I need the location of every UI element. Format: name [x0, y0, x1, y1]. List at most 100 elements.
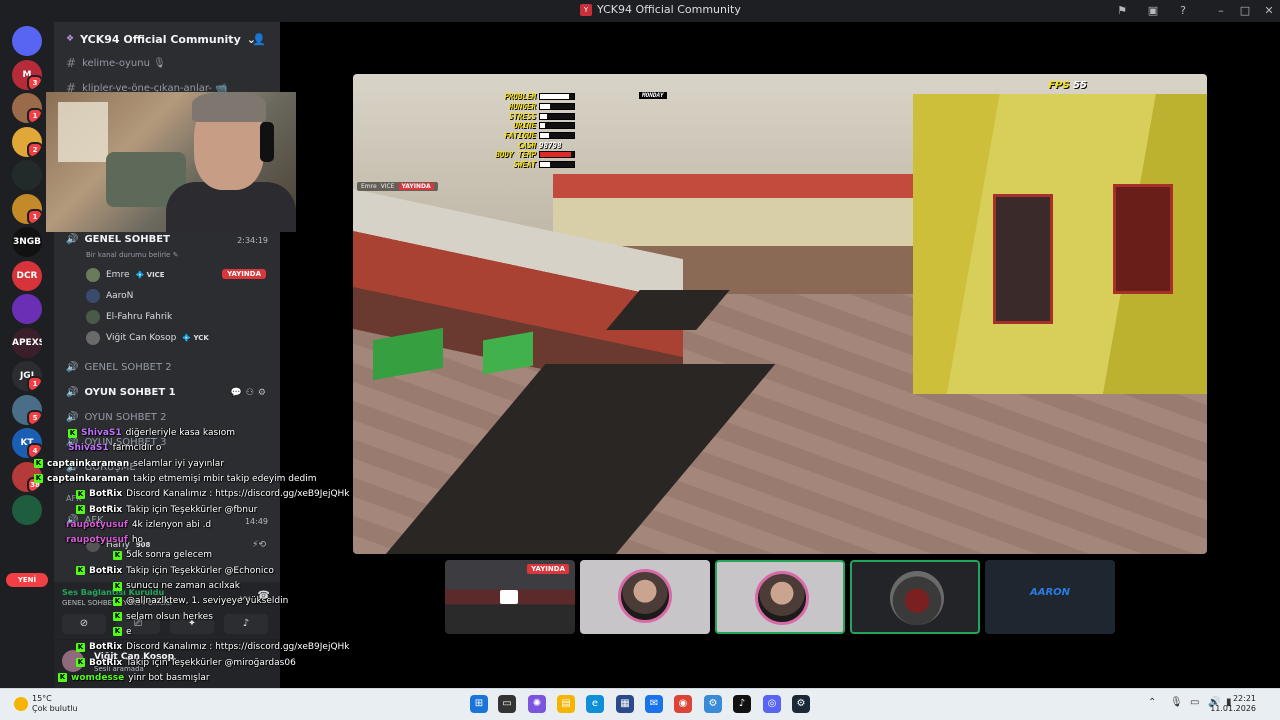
stream-thumb-aaron[interactable] [580, 560, 710, 634]
weather-widget[interactable]: 15°C Çok bulutlu [14, 694, 78, 714]
clock[interactable]: 22:21 11.01.2026 [1210, 694, 1256, 714]
server-icon[interactable] [12, 294, 42, 324]
server-header[interactable]: ❖ YCK94 Official Community ⌄ 👤 [66, 30, 272, 48]
server-icon[interactable] [12, 26, 42, 56]
speaker-icon: 🔊 [66, 234, 79, 245]
weather-icon [14, 697, 28, 711]
hud-bar [539, 103, 575, 111]
taskbar: 15°C Çok bulutlu ⊞ ▭ ✺ ▤ e ▦ ✉ ◉ ⚙ ♪ ◎ ⚙… [0, 688, 1280, 720]
invite-icon[interactable]: ⚇ [246, 388, 254, 398]
avatar [86, 310, 100, 324]
stream-thumb-aaron-logo[interactable]: AARON [985, 560, 1115, 634]
hud-stat: BODY TEMP [453, 150, 575, 160]
screen-icon[interactable]: ▣ [1145, 3, 1161, 19]
stream-stage: MONDAY PROBLEM HUNGER STRESS URINE FATIGUE CA… [280, 22, 1280, 688]
avatar [86, 289, 100, 303]
microphone-icon[interactable]: 🎙 [1170, 697, 1183, 708]
notification-badge: 3 [27, 74, 42, 90]
hud-stat: URINE [453, 121, 575, 131]
notification-badge: 1 [27, 208, 42, 224]
webcam-window [58, 102, 108, 162]
chat-message: K BotRix Discord Kanalımız : https://disco… [76, 489, 350, 500]
voice-channel-oyun-sohbet-1[interactable]: 🔊 OYUN SOHBET 1 [66, 387, 176, 398]
close-icon[interactable]: ✕ [1261, 3, 1277, 19]
notification-badge: 1 [27, 376, 42, 391]
add-member-icon[interactable]: 👤 [252, 33, 266, 46]
start-icon[interactable]: ⊞ [470, 695, 488, 713]
chevron-up-icon[interactable]: ⌃ [1148, 697, 1156, 708]
voice-channel-oyun-sohbet-2[interactable]: 🔊 OYUN SOHBET 2 [66, 412, 166, 423]
server-icon[interactable]: APEXS [12, 327, 42, 358]
voice-channel-genel-sohbet-2[interactable]: 🔊 GENEL SOHBET 2 [66, 362, 172, 373]
kick-icon: K [113, 581, 122, 591]
hud-stat: PROBLEM [453, 92, 575, 102]
channel-status-prompt[interactable]: Bir kanal durumu belirle ✎ [86, 251, 179, 259]
kick-icon: K [113, 627, 122, 637]
text-channel-kelime-oyunu[interactable]: # kelime-oyunu 🎙 [66, 56, 166, 70]
help-icon[interactable]: ? [1175, 3, 1191, 19]
hud-stat: HUNGER [453, 102, 575, 112]
game-door-2 [1113, 184, 1173, 294]
channel-actions: 💬 ⚇ ⚙ [231, 388, 266, 398]
mail-icon[interactable]: ✉ [645, 695, 663, 713]
user-avatar [755, 571, 809, 625]
community-badge-icon: ❖ [66, 34, 75, 44]
file-explorer-icon[interactable]: ▤ [557, 695, 575, 713]
tiktok-icon[interactable]: ♪ [733, 695, 751, 713]
game-stream[interactable]: MONDAY PROBLEM HUNGER STRESS URINE FATIGUE CA… [353, 74, 1207, 554]
kick-icon: K [113, 596, 122, 606]
discord-icon[interactable]: ◎ [763, 695, 781, 713]
server-icon[interactable]: 2 [12, 126, 42, 157]
fps-counter: FPS 55 [1048, 80, 1087, 91]
kick-icon: K [34, 474, 43, 484]
voice-member[interactable]: AaroN [86, 289, 133, 303]
steam-icon[interactable]: ⚙ [792, 695, 810, 713]
server-icon[interactable]: M3 [12, 59, 42, 90]
store-icon[interactable]: ▦ [616, 695, 634, 713]
voice-channel-genel-sohbet[interactable]: 🔊 GENEL SOHBET [66, 234, 170, 245]
chat-message: raupotyusuf ho [66, 535, 144, 546]
copilot-icon[interactable]: ✺ [528, 695, 546, 713]
chat-message: Kcaptainkaraman takip etmemişi mbir takip… [34, 473, 317, 484]
notification-badge: 5 [27, 409, 42, 425]
hud-bar [539, 93, 575, 101]
server-icon[interactable]: 5 [12, 394, 42, 425]
stream-thumb-el-fahru[interactable] [715, 560, 845, 634]
server-icon[interactable]: DCR [12, 260, 42, 291]
voice-member[interactable]: Viğit Can Kosop 💠 YCK [86, 331, 209, 345]
server-icon[interactable]: 1 [12, 193, 42, 224]
stream-thumb-emre[interactable]: YAYINDA [445, 560, 575, 634]
voice-member[interactable]: Emre 💠 VICE [86, 268, 165, 282]
hud-stat: CASH 98798 [517, 140, 562, 150]
chat-message: Kwomdesse yinr bot basmışlar [58, 672, 210, 683]
edge-icon[interactable]: e [586, 695, 604, 713]
kick-icon: K [76, 658, 85, 667]
kick-icon: K [76, 642, 85, 652]
voice-channel-timer: 2:34:19 [237, 236, 268, 245]
chat-message: Ksunucu ne zaman acılxak [113, 581, 241, 591]
chat-bubble-icon[interactable]: 💬 [231, 388, 242, 398]
chat-message: Kselam olsun herkes [113, 611, 213, 622]
inbox-icon[interactable]: ⚑ [1114, 3, 1130, 19]
hud-stat: STRESS [453, 111, 575, 121]
settings-icon[interactable]: ⚙ [704, 695, 722, 713]
stream-thumb-car[interactable] [850, 560, 980, 634]
maximize-icon[interactable]: □ [1237, 3, 1253, 19]
minimize-icon[interactable]: – [1213, 3, 1229, 19]
server-icon[interactable]: JGI 1 [12, 361, 42, 391]
live-badge: YAYINDA [222, 269, 266, 279]
network-icon[interactable]: ▭ [1190, 697, 1199, 708]
chat-message: K 5dk sonra gelecem [113, 550, 213, 561]
task-view-icon[interactable]: ▭ [498, 695, 516, 713]
server-icon[interactable]: 3NGB [12, 227, 42, 257]
voice-member[interactable]: El-Fahru Fahrik [86, 310, 172, 324]
server-icon[interactable]: 1 [12, 93, 42, 123]
kick-icon: K [113, 550, 122, 560]
chat-overlay: K ShivaS1 diğerleriyle kasa kasıom ShivaS1 f… [0, 425, 360, 685]
chrome-icon[interactable]: ◉ [674, 695, 692, 713]
car-avatar [890, 571, 944, 625]
gear-icon[interactable]: ⚙ [258, 388, 266, 398]
chat-message: ShivaS1 farmcıdır o [68, 443, 162, 454]
hud-bar [539, 161, 575, 169]
server-icon[interactable] [12, 160, 42, 190]
